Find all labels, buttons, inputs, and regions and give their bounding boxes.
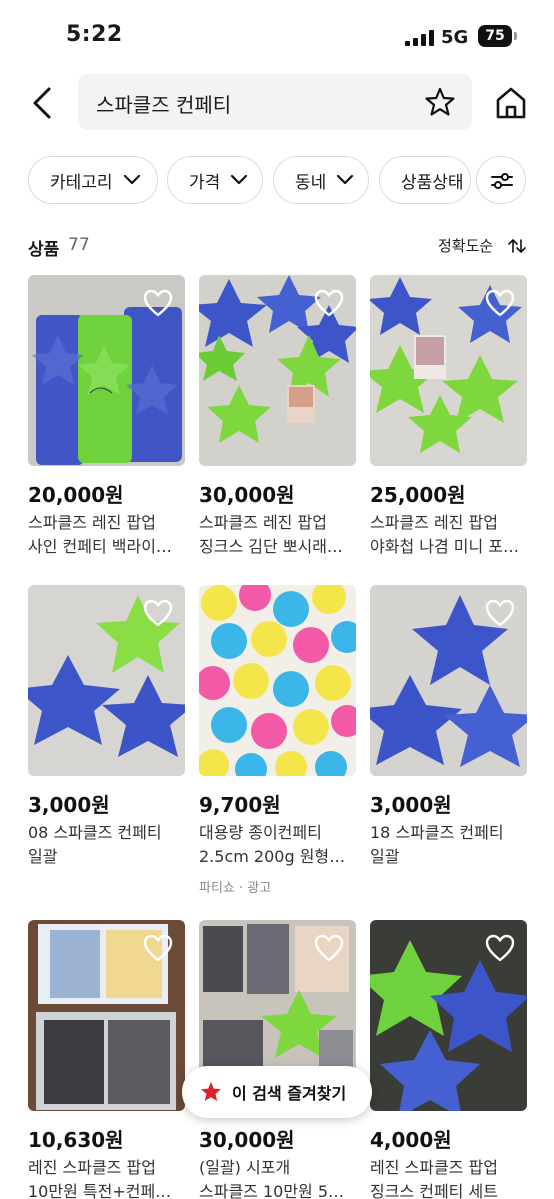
heart-outline-icon[interactable] — [485, 934, 515, 962]
product-title-line: 야화첩 나겸 미니 포… — [370, 537, 520, 556]
heart-outline-icon[interactable] — [485, 599, 515, 627]
product-price: 30,000원 — [199, 483, 295, 507]
heart-outline-icon[interactable] — [314, 934, 344, 962]
search-input[interactable]: 스파클즈 컨페티 — [78, 74, 472, 130]
product-price: 9,700원 — [199, 793, 281, 817]
product-title-line: (일괄) 시포개 — [199, 1158, 291, 1177]
product-title: 스파클즈 레진 팝업 야화첩 나겸 미니 포… — [370, 511, 527, 559]
results-header: 상품 77 정확도순 — [0, 232, 554, 262]
product-image[interactable] — [199, 275, 356, 466]
heart-outline-icon[interactable] — [143, 934, 173, 962]
product-title-line: 레진 스파클즈 팝업 — [370, 1158, 498, 1177]
filter-category[interactable]: 카테고리 — [28, 156, 158, 204]
product-title-line: 스파클즈 레진 팝업 — [199, 513, 327, 532]
search-header: 스파클즈 컨페티 — [0, 74, 554, 132]
product-title: (일괄) 시포개 스파클즈 10만원 5… — [199, 1156, 356, 1199]
heart-outline-icon[interactable] — [143, 599, 173, 627]
product-title-line: 일괄 — [370, 847, 400, 866]
status-bar: 5:22 5G 75 — [0, 0, 554, 75]
product-image[interactable] — [28, 275, 185, 466]
filter-price-label: 가격 — [189, 172, 221, 193]
product-title: 08 스파클즈 컨페티 일괄 — [28, 821, 185, 869]
status-time: 5:22 — [66, 22, 123, 47]
filter-neighborhood[interactable]: 동네 — [273, 156, 369, 204]
product-image[interactable] — [370, 275, 527, 466]
product-title: 레진 스파클즈 팝업 10만원 특전+컨페… — [28, 1156, 185, 1199]
product-price: 10,630원 — [28, 1128, 124, 1152]
save-search-button[interactable]: 이 검색 즐겨찾기 — [182, 1066, 372, 1118]
battery-icon: 75 — [478, 25, 512, 47]
product-price: 25,000원 — [370, 483, 466, 507]
filter-category-label: 카테고리 — [50, 172, 113, 193]
product-image[interactable] — [28, 920, 185, 1111]
product-title: 대용량 종이컨페티 2.5cm 200g 원형… — [199, 821, 356, 869]
product-title-line: 10만원 특전+컨페… — [28, 1182, 172, 1199]
product-price: 4,000원 — [370, 1128, 452, 1152]
results-label: 상품 — [28, 240, 60, 260]
product-title-line: 사인 컨페티 백라이… — [28, 537, 172, 556]
filter-condition-label: 상품상태 — [401, 172, 464, 193]
product-price: 30,000원 — [199, 1128, 295, 1152]
sort-button[interactable]: 정확도순 — [438, 235, 493, 256]
star-filled-icon — [201, 1082, 221, 1101]
product-title-line: 스파클즈 레진 팝업 — [370, 513, 498, 532]
product-price: 3,000원 — [370, 793, 452, 817]
product-title-line: 08 스파클즈 컨페티 — [28, 823, 162, 842]
chevron-down-icon — [231, 174, 248, 185]
filter-settings-button[interactable] — [476, 156, 526, 204]
product-price: 20,000원 — [28, 483, 124, 507]
product-image[interactable] — [28, 585, 185, 776]
product-price: 3,000원 — [28, 793, 110, 817]
back-arrow-icon[interactable] — [28, 86, 58, 120]
product-image[interactable] — [370, 920, 527, 1111]
product-title-line: 2.5cm 200g 원형… — [199, 847, 346, 866]
chevron-down-icon — [337, 174, 354, 185]
filter-price[interactable]: 가격 — [167, 156, 263, 204]
search-query: 스파클즈 컨페티 — [96, 93, 232, 117]
chevron-down-icon — [123, 174, 140, 185]
product-title: 18 스파클즈 컨페티 일괄 — [370, 821, 527, 869]
product-title-line: 스파클즈 레진 팝업 — [28, 513, 156, 532]
heart-outline-icon[interactable] — [143, 289, 173, 317]
filter-condition[interactable]: 상품상태 — [379, 156, 471, 204]
product-seller-ad: 파티쇼 · 광고 — [199, 881, 272, 896]
product-title: 레진 스파클즈 팝업 징크스 컨페티 세트 — [370, 1156, 527, 1199]
product-title-line: 스파클즈 10만원 5… — [199, 1182, 345, 1199]
heart-outline-icon[interactable] — [314, 289, 344, 317]
save-search-label: 이 검색 즐겨찾기 — [232, 1084, 347, 1103]
home-icon[interactable] — [494, 86, 528, 120]
battery-tip — [514, 32, 517, 40]
filter-bar: 카테고리 가격 동네 상품상태 — [0, 156, 554, 206]
star-outline-icon[interactable] — [424, 86, 456, 118]
product-title-line: 18 스파클즈 컨페티 — [370, 823, 504, 842]
sort-arrows-icon[interactable] — [508, 238, 526, 254]
filter-neighborhood-label: 동네 — [295, 172, 327, 193]
heart-outline-icon[interactable] — [485, 289, 515, 317]
network-label: 5G — [441, 27, 469, 48]
product-photo — [199, 585, 356, 776]
product-title-line: 징크스 김단 뽀시래… — [199, 537, 343, 556]
product-image[interactable] — [370, 585, 527, 776]
product-title-line: 레진 스파클즈 팝업 — [28, 1158, 156, 1177]
product-title-line: 대용량 종이컨페티 — [199, 823, 322, 842]
product-title-line: 일괄 — [28, 847, 58, 866]
results-count: 77 — [68, 235, 90, 255]
product-title-line: 징크스 컨페티 세트 — [370, 1182, 498, 1199]
product-title: 스파클즈 레진 팝업 징크스 김단 뽀시래… — [199, 511, 356, 559]
product-title: 스파클즈 레진 팝업 사인 컨페티 백라이… — [28, 511, 185, 559]
product-image[interactable] — [199, 585, 356, 776]
filter-sliders-icon — [491, 173, 513, 189]
signal-icon — [405, 30, 434, 46]
